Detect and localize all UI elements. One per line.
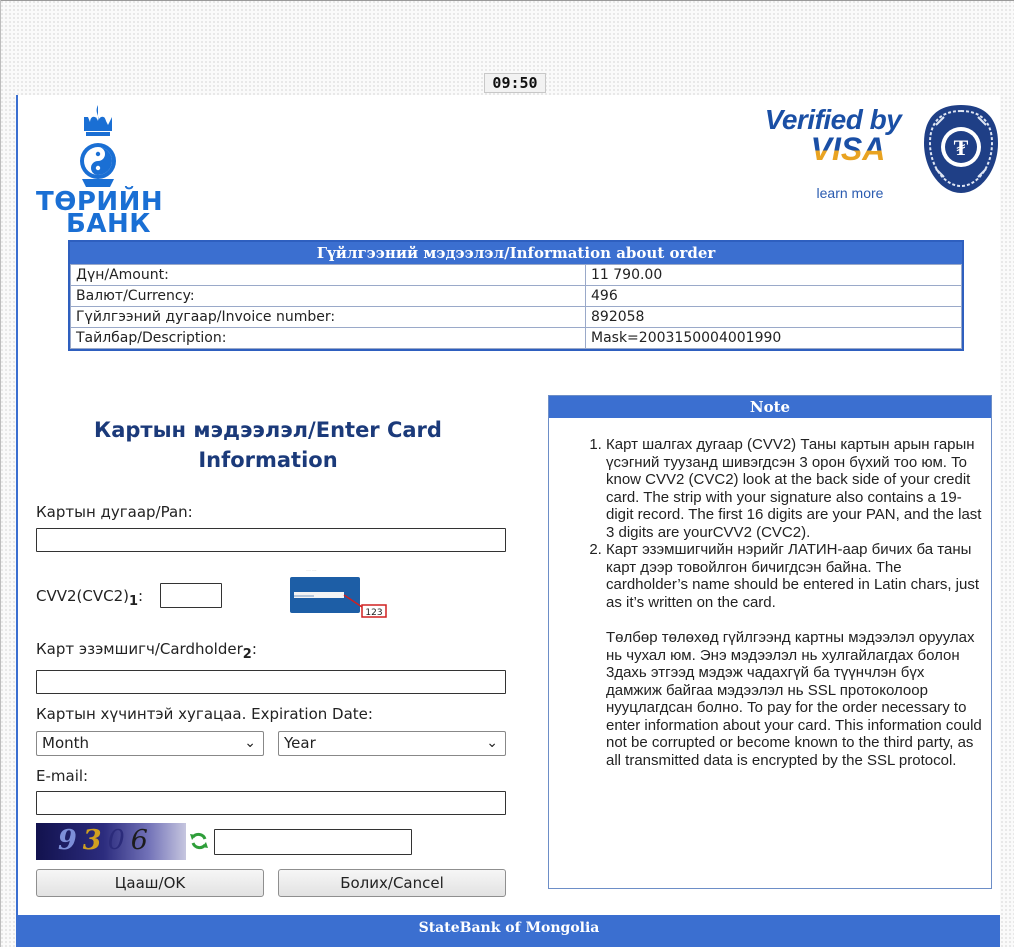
order-value: Mask=2003150004001990 (585, 327, 962, 349)
email-label: E-mail: (36, 767, 89, 785)
cvv-label-text: CVV2(CVC2) (36, 587, 129, 605)
cvv-footnote-marker: 1 (129, 594, 139, 609)
table-row: Гүйлгээний дугаар/Invoice number: 892058 (70, 306, 962, 328)
pan-label: Картын дугаар/Pan: (36, 503, 193, 521)
table-row: Валют/Currency: 496 (70, 285, 962, 307)
expiry-label: Картын хүчинтэй хугацаа. Expiration Date… (36, 705, 373, 723)
bank-seal-icon: ₮ (924, 105, 998, 193)
card-section-title: Картын мэдээлэл/Enter Card Information (94, 418, 442, 472)
learn-more-link[interactable]: learn more (758, 185, 908, 201)
order-label: Тайлбар/Description: (70, 327, 586, 349)
page-footer: StateBank of Mongolia (18, 915, 1000, 947)
month-select[interactable]: Month ⌄ (36, 731, 264, 756)
window-top-border (0, 0, 1014, 1)
table-row: Дүн/Amount: 11 790.00 (70, 264, 962, 286)
captcha-input[interactable] (214, 829, 412, 855)
list-item: Карт эзэмшигчийн нэрийг ЛАТИН-аар бичих … (606, 541, 983, 611)
captcha-digit: 6 (130, 825, 154, 856)
card-cvv-sample-text: 123 (365, 608, 382, 618)
session-timer: 09:50 (484, 73, 546, 93)
cardholder-label: Карт эзэмшигч/Cardholder2: (36, 640, 257, 662)
note-list: Карт шалгах дугаар (CVV2) Таны картын ар… (606, 436, 983, 611)
cardholder-input[interactable] (36, 670, 506, 694)
cancel-button[interactable]: Болих/Cancel (278, 869, 506, 897)
year-select-value: Year (284, 734, 316, 752)
captcha-digit: 0 (107, 825, 131, 856)
chevron-down-icon: ⌄ (486, 735, 498, 751)
pan-input[interactable] (36, 528, 506, 552)
card-back-image: ····· ····· 123 (290, 568, 387, 618)
note-paragraph: Төлбөр төлөхөд гүйлгээнд картны мэдээлэл… (606, 629, 982, 769)
order-value: 496 (585, 285, 962, 307)
order-value: 892058 (585, 306, 962, 328)
visa-brand-text: VISA (758, 133, 908, 165)
refresh-captcha-icon[interactable] (189, 831, 209, 851)
order-info-title: Гүйлгээний мэдээлэл/Information about or… (70, 242, 962, 264)
order-info-panel: Гүйлгээний мэдээлэл/Information about or… (68, 240, 964, 351)
cardholder-footnote-marker: 2 (242, 647, 252, 662)
cvv-input[interactable] (160, 583, 222, 608)
cvv-label-colon: : (138, 587, 144, 605)
order-info-table: Дүн/Amount: 11 790.00 Валют/Currency: 49… (70, 264, 962, 349)
ok-button[interactable]: Цааш/OK (36, 869, 264, 897)
order-label: Гүйлгээний дугаар/Invoice number: (70, 306, 586, 328)
window-left-border (0, 0, 1, 947)
email-input[interactable] (36, 791, 506, 815)
verified-by-visa: Verified by VISA learn more (758, 105, 908, 215)
cardholder-label-colon: : (251, 640, 257, 658)
svg-text:····· ·····: ····· ····· (306, 568, 317, 572)
order-label: Дүн/Amount: (70, 264, 586, 286)
bank-logo-text: ТӨРИЙН БАНК (36, 189, 163, 237)
captcha-digit: 3 (82, 825, 108, 856)
cvv-label: CVV2(CVC2)1: (36, 587, 143, 609)
bank-logo: ТӨРИЙН БАНК (28, 103, 178, 237)
cardholder-label-text: Карт эзэмшигч/Cardholder (36, 640, 243, 658)
chevron-down-icon: ⌄ (244, 735, 256, 751)
svg-text:₮: ₮ (954, 135, 969, 161)
year-select[interactable]: Year ⌄ (278, 731, 506, 756)
order-label: Валют/Currency: (70, 285, 586, 307)
captcha-digit: 9 (58, 825, 83, 856)
note-panel: Note Карт шалгах дугаар (CVV2) Таны карт… (548, 395, 992, 889)
list-item: Карт шалгах дугаар (CVV2) Таны картын ар… (606, 436, 983, 541)
captcha-text: 9306 (58, 825, 154, 856)
order-value: 11 790.00 (585, 264, 962, 286)
month-select-value: Month (42, 734, 90, 752)
captcha-image: 9306 (36, 823, 186, 860)
note-title: Note (549, 396, 991, 418)
table-row: Тайлбар/Description: Mask=20031500040019… (70, 327, 962, 349)
payment-page: ТӨРИЙН БАНК Verified by VISA learn more … (16, 95, 1000, 947)
